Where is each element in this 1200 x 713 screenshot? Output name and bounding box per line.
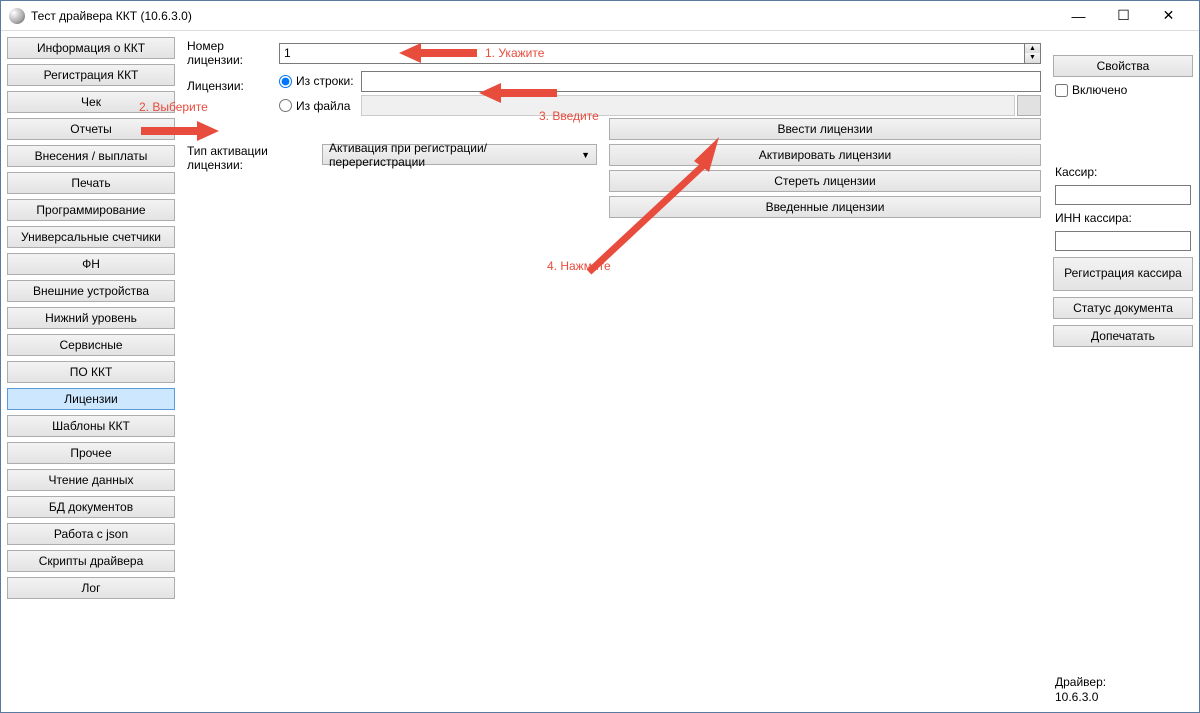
activation-type-combo[interactable]: Активация при регистрации/перерегистраци… [322, 144, 597, 165]
annotation-4-text: 4. Нажмите [547, 259, 611, 273]
main-panel: Номер лицензии: 1 ▲ ▼ Лицензии: Из строк… [179, 37, 1049, 706]
cashier-input[interactable] [1055, 185, 1191, 205]
sidebar-item-18[interactable]: Работа с json [7, 523, 175, 545]
from-file-radio[interactable]: Из файла [279, 99, 357, 113]
cashier-inn-input[interactable] [1055, 231, 1191, 251]
app-window: Тест драйвера ККТ (10.6.3.0) — ☐ ✕ Инфор… [0, 0, 1200, 713]
sidebar-item-9[interactable]: Внешние устройства [7, 280, 175, 302]
spinner-down-icon[interactable]: ▼ [1025, 53, 1040, 63]
activate-licenses-button[interactable]: Активировать лицензии [609, 144, 1041, 166]
register-cashier-button[interactable]: Регистрация кассира [1053, 257, 1193, 291]
cashier-label: Кассир: [1053, 165, 1193, 179]
license-number-spinner[interactable]: ▲ ▼ [1025, 43, 1041, 64]
sidebar-item-20[interactable]: Лог [7, 577, 175, 599]
license-string-row: Лицензии: Из строки: [187, 69, 1041, 93]
titlebar: Тест драйвера ККТ (10.6.3.0) — ☐ ✕ [1, 1, 1199, 31]
activation-type-label: Тип активации лицензии: [187, 144, 322, 172]
action-buttons: Ввести лицензии Активировать лицензии Ст… [609, 118, 1041, 218]
document-status-button[interactable]: Статус документа [1053, 297, 1193, 319]
sidebar-item-14[interactable]: Шаблоны ККТ [7, 415, 175, 437]
sidebar-item-12[interactable]: ПО ККТ [7, 361, 175, 383]
sidebar-item-2[interactable]: Чек [7, 91, 175, 113]
sidebar-item-8[interactable]: ФН [7, 253, 175, 275]
sidebar-item-3[interactable]: Отчеты [7, 118, 175, 140]
driver-version: 10.6.3.0 [1055, 690, 1191, 706]
sidebar-item-4[interactable]: Внесения / выплаты [7, 145, 175, 167]
browse-file-button[interactable] [1017, 95, 1041, 116]
license-number-row: Номер лицензии: 1 ▲ ▼ [187, 39, 1041, 67]
license-file-row: Из файла [187, 95, 1041, 116]
enabled-checkbox-input[interactable] [1055, 84, 1068, 97]
sidebar-item-15[interactable]: Прочее [7, 442, 175, 464]
from-string-radio-input[interactable] [279, 75, 292, 88]
sidebar-item-16[interactable]: Чтение данных [7, 469, 175, 491]
license-number-value: 1 [284, 46, 291, 60]
from-file-radio-input[interactable] [279, 99, 292, 112]
from-string-radio-label: Из строки: [296, 74, 354, 88]
sidebar-item-13[interactable]: Лицензии [7, 388, 175, 410]
properties-button[interactable]: Свойства [1053, 55, 1193, 77]
sidebar-item-11[interactable]: Сервисные [7, 334, 175, 356]
from-string-radio[interactable]: Из строки: [279, 74, 357, 88]
sidebar-item-7[interactable]: Универсальные счетчики [7, 226, 175, 248]
chevron-down-icon: ▼ [581, 150, 590, 160]
window-title: Тест драйвера ККТ (10.6.3.0) [31, 9, 1056, 23]
driver-info: Драйвер: 10.6.3.0 [1053, 675, 1193, 706]
license-file-input [361, 95, 1015, 116]
license-number-input[interactable]: 1 [279, 43, 1025, 64]
right-panel: Свойства Включено Кассир: ИНН кассира: Р… [1053, 37, 1193, 706]
maximize-button[interactable]: ☐ [1101, 2, 1146, 30]
enabled-checkbox-label: Включено [1072, 83, 1127, 97]
sidebar-item-19[interactable]: Скрипты драйвера [7, 550, 175, 572]
erase-licenses-button[interactable]: Стереть лицензии [609, 170, 1041, 192]
client-area: Информация о ККТ Регистрация ККТ Чек Отчеты… [1, 31, 1199, 712]
enter-licenses-button[interactable]: Ввести лицензии [609, 118, 1041, 140]
cashier-inn-label: ИНН кассира: [1053, 211, 1193, 225]
actions-row: Тип активации лицензии: Активация при ре… [187, 118, 1041, 218]
reprint-button[interactable]: Допечатать [1053, 325, 1193, 347]
sidebar: Информация о ККТ Регистрация ККТ Чек Отчеты… [7, 37, 175, 706]
licenses-label: Лицензии: [187, 69, 279, 93]
minimize-button[interactable]: — [1056, 2, 1101, 30]
window-controls: — ☐ ✕ [1056, 2, 1191, 30]
sidebar-item-17[interactable]: БД документов [7, 496, 175, 518]
entered-licenses-button[interactable]: Введенные лицензии [609, 196, 1041, 218]
license-number-label: Номер лицензии: [187, 39, 279, 67]
enabled-checkbox[interactable]: Включено [1053, 83, 1193, 97]
sidebar-item-10[interactable]: Нижний уровень [7, 307, 175, 329]
from-file-radio-label: Из файла [296, 99, 350, 113]
sidebar-item-5[interactable]: Печать [7, 172, 175, 194]
app-icon [9, 8, 25, 24]
sidebar-item-6[interactable]: Программирование [7, 199, 175, 221]
sidebar-item-1[interactable]: Регистрация ККТ [7, 64, 175, 86]
spinner-up-icon[interactable]: ▲ [1025, 44, 1040, 54]
sidebar-item-0[interactable]: Информация о ККТ [7, 37, 175, 59]
activation-type-value: Активация при регистрации/перерегистраци… [329, 141, 581, 169]
license-string-input[interactable] [361, 71, 1041, 92]
close-button[interactable]: ✕ [1146, 2, 1191, 30]
driver-label: Драйвер: [1055, 675, 1191, 691]
